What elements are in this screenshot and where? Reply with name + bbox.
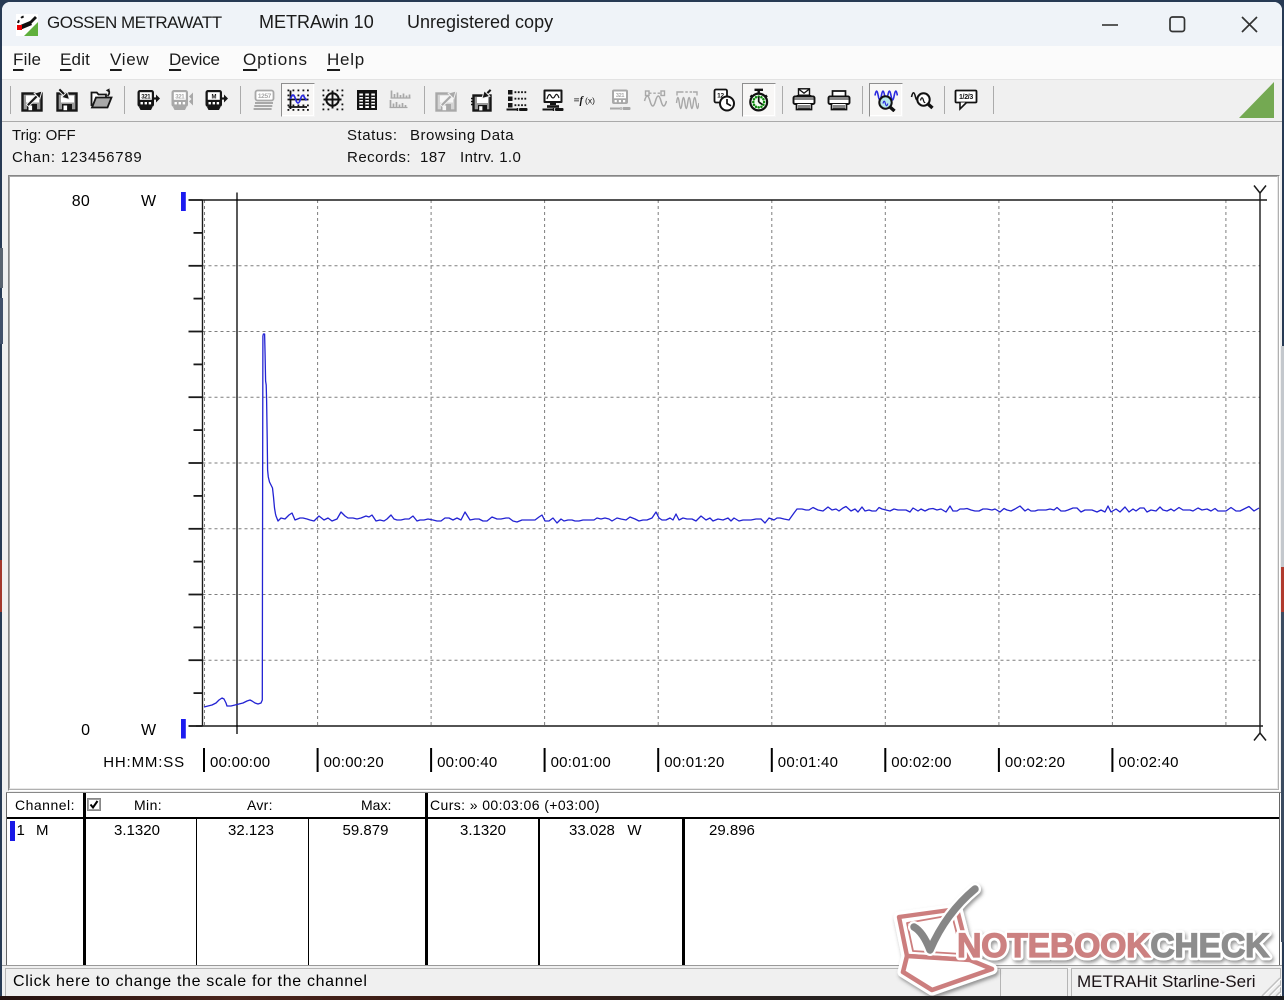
svg-text:00:02:20: 00:02:20 [1005,754,1065,771]
svg-text:00:00:40: 00:00:40 [437,754,497,771]
svg-text:00:00:00: 00:00:00 [210,754,270,771]
svg-text:00:01:40: 00:01:40 [778,754,838,771]
svg-text:00:00:20: 00:00:20 [324,754,384,771]
svg-text:00:02:40: 00:02:40 [1118,754,1178,771]
svg-text:W: W [141,193,157,210]
svg-text:W: W [141,722,157,739]
svg-text:00:01:20: 00:01:20 [664,754,724,771]
svg-text:80: 80 [72,193,90,210]
svg-text:00:02:00: 00:02:00 [891,754,951,771]
svg-text:00:01:00: 00:01:00 [551,754,611,771]
svg-text:HH:MM:SS: HH:MM:SS [103,754,185,771]
svg-text:0: 0 [81,722,90,739]
svg-text:NOTEBOOKCHECK: NOTEBOOKCHECK [957,927,1270,965]
